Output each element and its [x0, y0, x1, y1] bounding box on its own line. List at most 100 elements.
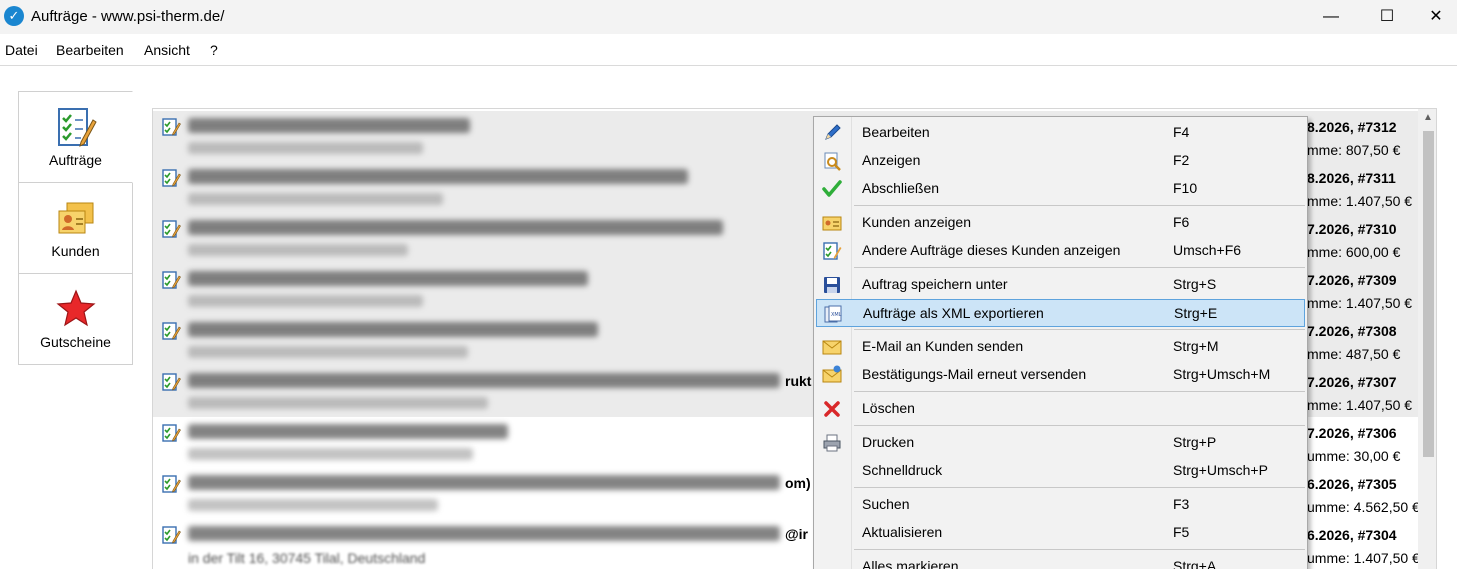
mail-icon	[822, 340, 842, 355]
menu-separator	[854, 391, 1305, 392]
context-menu: Bearbeiten F4 Anzeigen F2 Abschließen F10 Kund…	[813, 116, 1308, 569]
order-icon	[162, 475, 181, 493]
close-button[interactable]: ✕	[1415, 0, 1457, 34]
menu-item-label: Löschen	[862, 400, 915, 416]
customer-name-redacted	[188, 220, 723, 235]
tab-label: Gutscheine	[40, 334, 111, 350]
menu-item-shortcut: F4	[1173, 124, 1190, 140]
save-icon	[824, 277, 840, 293]
tab-kunden[interactable]: Kunden	[18, 182, 133, 274]
customer-name-redacted	[188, 118, 470, 133]
customer-email-fragment: rukt	[785, 373, 812, 389]
menu-item-shortcut: F10	[1173, 180, 1198, 196]
customer-name-redacted	[188, 475, 780, 490]
customer-email-fragment: @ir	[785, 526, 808, 542]
scroll-thumb[interactable]	[1423, 131, 1434, 457]
order-icon	[162, 373, 181, 391]
menu-item-label: Schnelldruck	[862, 462, 943, 478]
window-title: Aufträge - www.psi-therm.de/	[31, 8, 225, 25]
menu-item-andere-aufträge-dieses-kunden-anzeigen[interactable]: Andere Aufträge dieses Kunden anzeigen Um…	[816, 237, 1305, 265]
customer-address-redacted	[188, 499, 438, 511]
customer-address-redacted	[188, 295, 423, 307]
menu-item-anzeigen[interactable]: Anzeigen F2	[816, 147, 1305, 175]
menu-separator	[854, 205, 1305, 206]
menu-item-shortcut: F6	[1173, 214, 1190, 230]
vertical-scrollbar[interactable]: ▲	[1418, 109, 1436, 569]
menu-item-label: Aufträge als XML exportieren	[863, 305, 1044, 321]
order-date-id: 8.2026, #7312	[1307, 119, 1397, 135]
scroll-up-arrow-icon[interactable]: ▲	[1418, 112, 1436, 123]
menu-item-shortcut: F5	[1173, 524, 1190, 540]
order-date-id: 6.2026, #7304	[1307, 527, 1397, 543]
order-sum: umme: 1.407,50 €	[1307, 550, 1420, 566]
maximize-button[interactable]: ☐	[1359, 0, 1415, 34]
menu-item-shortcut: Strg+S	[1173, 276, 1217, 292]
customer-name-redacted	[188, 373, 780, 388]
menu-bearbeiten[interactable]: Bearbeiten	[56, 42, 124, 58]
menu-datei[interactable]: Datei	[5, 42, 38, 58]
menu-item-abschließen[interactable]: Abschließen F10	[816, 175, 1305, 203]
menu-item-shortcut: Strg+Umsch+P	[1173, 462, 1268, 478]
menu-separator	[854, 267, 1305, 268]
order-icon	[162, 220, 181, 238]
menu-item-aufträge-als-xml-exportieren[interactable]: XML Aufträge als XML exportieren Strg+E	[816, 299, 1305, 327]
menu-item-bearbeiten[interactable]: Bearbeiten F4	[816, 119, 1305, 147]
menu-item-label: Drucken	[862, 434, 915, 450]
menu-item-kunden-anzeigen[interactable]: Kunden anzeigen F6	[816, 209, 1305, 237]
menu-item-shortcut: Strg+Umsch+M	[1173, 366, 1271, 382]
menu-item-shortcut: Strg+E	[1174, 305, 1218, 321]
menu-item-suchen[interactable]: Suchen F3	[816, 491, 1305, 519]
menu-bar: Datei Bearbeiten Ansicht ?	[0, 34, 1457, 66]
order-date-id: 7.2026, #7309	[1307, 272, 1397, 288]
menu-item-auftrag-speichern-unter[interactable]: Auftrag speichern unter Strg+S	[816, 271, 1305, 299]
order-date-id: 7.2026, #7307	[1307, 374, 1397, 390]
orders-icon	[58, 108, 97, 147]
menu-item-alles-markieren[interactable]: Alles markieren Strg+A	[816, 553, 1305, 569]
view-icon	[824, 152, 841, 171]
customer-address-redacted	[188, 397, 488, 409]
menu-item-bestätigungs-mail-erneut-versenden[interactable]: Bestätigungs-Mail erneut versenden Strg+U…	[816, 361, 1305, 389]
order-icon	[162, 169, 181, 187]
menu-item-shortcut: Umsch+F6	[1173, 242, 1242, 258]
printer-icon	[823, 434, 841, 452]
mail-resend-icon	[822, 365, 842, 383]
menu-item-label: Bearbeiten	[862, 124, 930, 140]
customer-name-redacted	[188, 526, 780, 541]
order-date-id: 8.2026, #7311	[1307, 170, 1396, 186]
pencil-icon	[825, 124, 841, 140]
tab-auftraege[interactable]: Aufträge	[18, 91, 133, 183]
menu-help[interactable]: ?	[210, 42, 218, 58]
order-date-id: 7.2026, #7310	[1307, 221, 1397, 237]
customer-address-redacted	[188, 142, 423, 154]
customer-card-icon	[822, 216, 842, 231]
customer-address-redacted	[188, 244, 408, 256]
menu-item-shortcut: Strg+P	[1173, 434, 1217, 450]
menu-item-shortcut: F2	[1173, 152, 1190, 168]
order-sum: umme: 4.562,50 €	[1307, 499, 1420, 515]
menu-ansicht[interactable]: Ansicht	[144, 42, 190, 58]
order-icon	[162, 424, 181, 442]
order-sum: mme: 1.407,50 €	[1307, 295, 1413, 311]
customer-address: in der Tilt 16, 30745 Tilal, Deutschland	[188, 550, 426, 566]
order-sum: mme: 600,00 €	[1307, 244, 1401, 260]
menu-item-aktualisieren[interactable]: Aktualisieren F5	[816, 519, 1305, 547]
order-date-id: 7.2026, #7306	[1307, 425, 1397, 441]
menu-item-shortcut: Strg+M	[1173, 338, 1219, 354]
customers-icon	[58, 202, 94, 234]
xml-export-icon: XML	[824, 305, 842, 323]
order-sum: mme: 487,50 €	[1307, 346, 1401, 362]
menu-item-drucken[interactable]: Drucken Strg+P	[816, 429, 1305, 457]
tab-gutscheine[interactable]: Gutscheine	[18, 273, 133, 365]
menu-item-löschen[interactable]: Löschen	[816, 395, 1305, 423]
menu-item-label: Abschließen	[862, 180, 940, 196]
order-icon	[162, 271, 181, 289]
order-icon	[162, 322, 181, 340]
menu-item-shortcut: F3	[1173, 496, 1190, 512]
menu-item-e-mail-an-kunden-senden[interactable]: E-Mail an Kunden senden Strg+M	[816, 333, 1305, 361]
tab-label: Kunden	[51, 243, 100, 259]
customer-address-redacted	[188, 346, 468, 358]
menu-item-schnelldruck[interactable]: Schnelldruck Strg+Umsch+P	[816, 457, 1305, 485]
app-icon: ✓	[4, 6, 24, 26]
menu-item-label: Kunden anzeigen	[862, 214, 971, 230]
minimize-button[interactable]: —	[1303, 0, 1359, 34]
